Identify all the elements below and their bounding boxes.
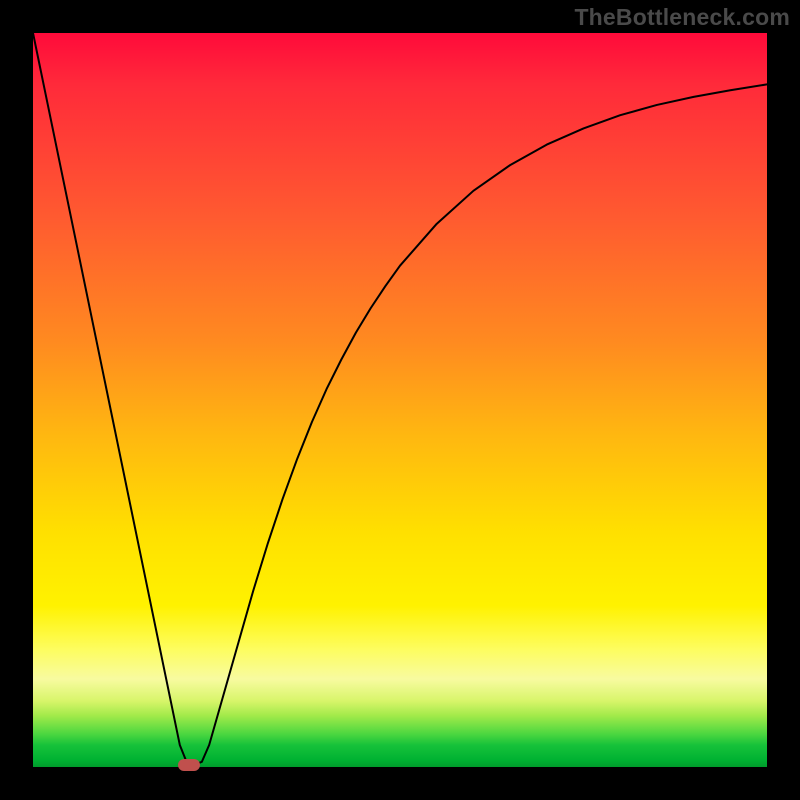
curve-layer xyxy=(33,33,767,767)
optimum-marker xyxy=(178,759,200,771)
bottleneck-curve xyxy=(33,33,767,765)
chart-frame: TheBottleneck.com xyxy=(0,0,800,800)
watermark-text: TheBottleneck.com xyxy=(574,4,790,31)
plot-area xyxy=(33,33,767,767)
